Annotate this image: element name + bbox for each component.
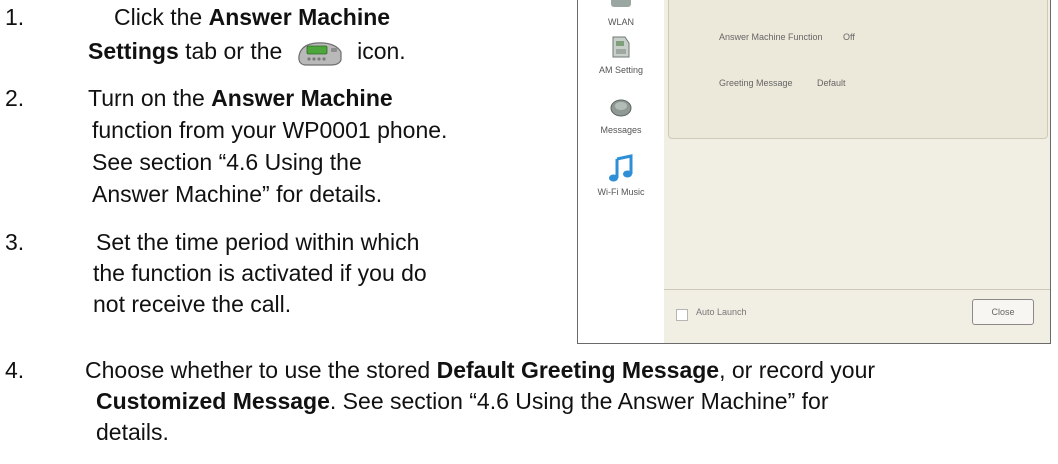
step-text: tab or the xyxy=(178,38,289,64)
step-number: 3. xyxy=(5,229,25,255)
sidebar-item-label: Wi-Fi Music xyxy=(597,187,645,197)
sidebar-item-messages[interactable]: Messages xyxy=(578,89,664,145)
messages-icon xyxy=(610,99,632,117)
answer-machine-icon xyxy=(612,36,630,58)
setting-label: Answer Machine Function xyxy=(719,32,823,42)
step-bold: Answer Machine xyxy=(211,85,393,111)
settings-panel: Answer Machine Function Off Greeting Mes… xyxy=(668,0,1048,139)
divider xyxy=(664,289,1050,290)
setting-value: Default xyxy=(817,78,846,88)
step-bold: Settings xyxy=(88,38,179,64)
step-text: , or record your xyxy=(719,357,876,383)
step-text: Answer Machine” for details. xyxy=(92,181,383,207)
step-number: 4. xyxy=(5,357,25,383)
step-bold: Answer Machine xyxy=(208,4,391,30)
auto-launch-checkbox[interactable] xyxy=(676,309,688,321)
step-number: 1. xyxy=(5,4,25,30)
step-text: function from your WP0001 phone. xyxy=(92,117,448,143)
step-text: icon. xyxy=(350,38,406,64)
sidebar-item-wifi-music[interactable]: Wi-Fi Music xyxy=(578,151,664,207)
auto-launch-label: Auto Launch xyxy=(696,307,747,317)
step-text: the function is activated if you do xyxy=(93,260,427,286)
setting-row[interactable]: Answer Machine Function Off xyxy=(719,32,855,42)
step-text: not receive the call. xyxy=(93,291,292,317)
answer-machine-settings-screenshot: WLAN AM Setting Messages Wi-Fi Music Ans… xyxy=(577,0,1051,344)
wlan-icon xyxy=(611,0,631,7)
step-text: Choose whether to use the stored xyxy=(85,357,437,383)
step-text: Set the time period within which xyxy=(96,229,420,255)
sidebar-item-label: AM Setting xyxy=(598,65,644,75)
step-bold: Default Greeting Message xyxy=(436,357,720,383)
step-number: 2. xyxy=(5,85,25,111)
step-text: Click the xyxy=(114,4,209,30)
setting-value: Off xyxy=(843,32,855,42)
setting-label: Greeting Message xyxy=(719,78,793,88)
close-button[interactable]: Close xyxy=(972,299,1034,325)
setting-row[interactable]: Greeting Message Default xyxy=(719,78,846,88)
step-bold: Customized Message xyxy=(96,388,330,414)
step-text: . See section “4.6 Using the Answer Mach… xyxy=(329,388,829,414)
step-text: See section “4.6 Using the xyxy=(92,149,362,175)
answer-machine-device-icon xyxy=(295,38,345,68)
step-text: details. xyxy=(96,419,169,445)
music-note-icon xyxy=(609,154,633,182)
sidebar-item-label: Messages xyxy=(600,125,642,135)
sidebar-item-label: WLAN xyxy=(607,17,634,27)
sidebar-item-am-setting[interactable]: AM Setting xyxy=(578,29,664,85)
screenshot-sidebar: WLAN AM Setting Messages Wi-Fi Music xyxy=(578,0,664,343)
step-text: Turn on the xyxy=(88,85,212,111)
